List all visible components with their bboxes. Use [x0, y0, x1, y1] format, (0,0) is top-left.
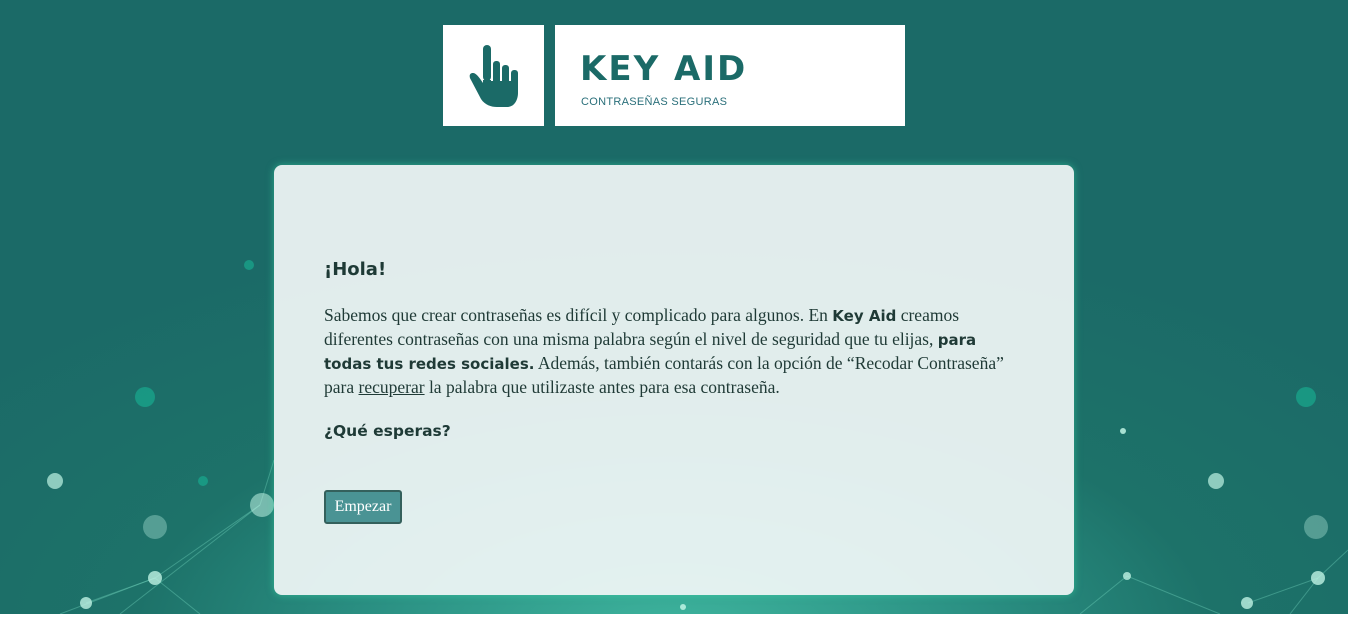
intro-text-4: la palabra que utilizaste antes para esa… [424, 377, 780, 397]
brand-name: KEY AID [580, 49, 748, 89]
brand-tagline: CONTRASEÑAS SEGURAS [581, 96, 728, 108]
question-text: ¿Qué esperas? [324, 422, 451, 440]
intro-paragraph: Sabemos que crear contraseñas es difícil… [324, 304, 1024, 399]
logo-text-box: KEY AID CONTRASEÑAS SEGURAS [555, 25, 905, 126]
intro-text-1: Sabemos que crear contraseñas es difícil… [324, 305, 833, 325]
welcome-card: ¡Hola! Sabemos que crear contraseñas es … [274, 165, 1074, 595]
logo-icon-box [443, 25, 544, 126]
intro-brand-bold: Key Aid [832, 307, 897, 325]
greeting-heading: ¡Hola! [324, 259, 387, 280]
page: KEY AID CONTRASEÑAS SEGURAS ¡Hola! Sabem… [0, 0, 1348, 618]
intro-recover-underlined: recuperar [358, 377, 425, 397]
pointing-hand-icon [469, 45, 518, 107]
start-button[interactable]: Empezar [324, 490, 402, 524]
